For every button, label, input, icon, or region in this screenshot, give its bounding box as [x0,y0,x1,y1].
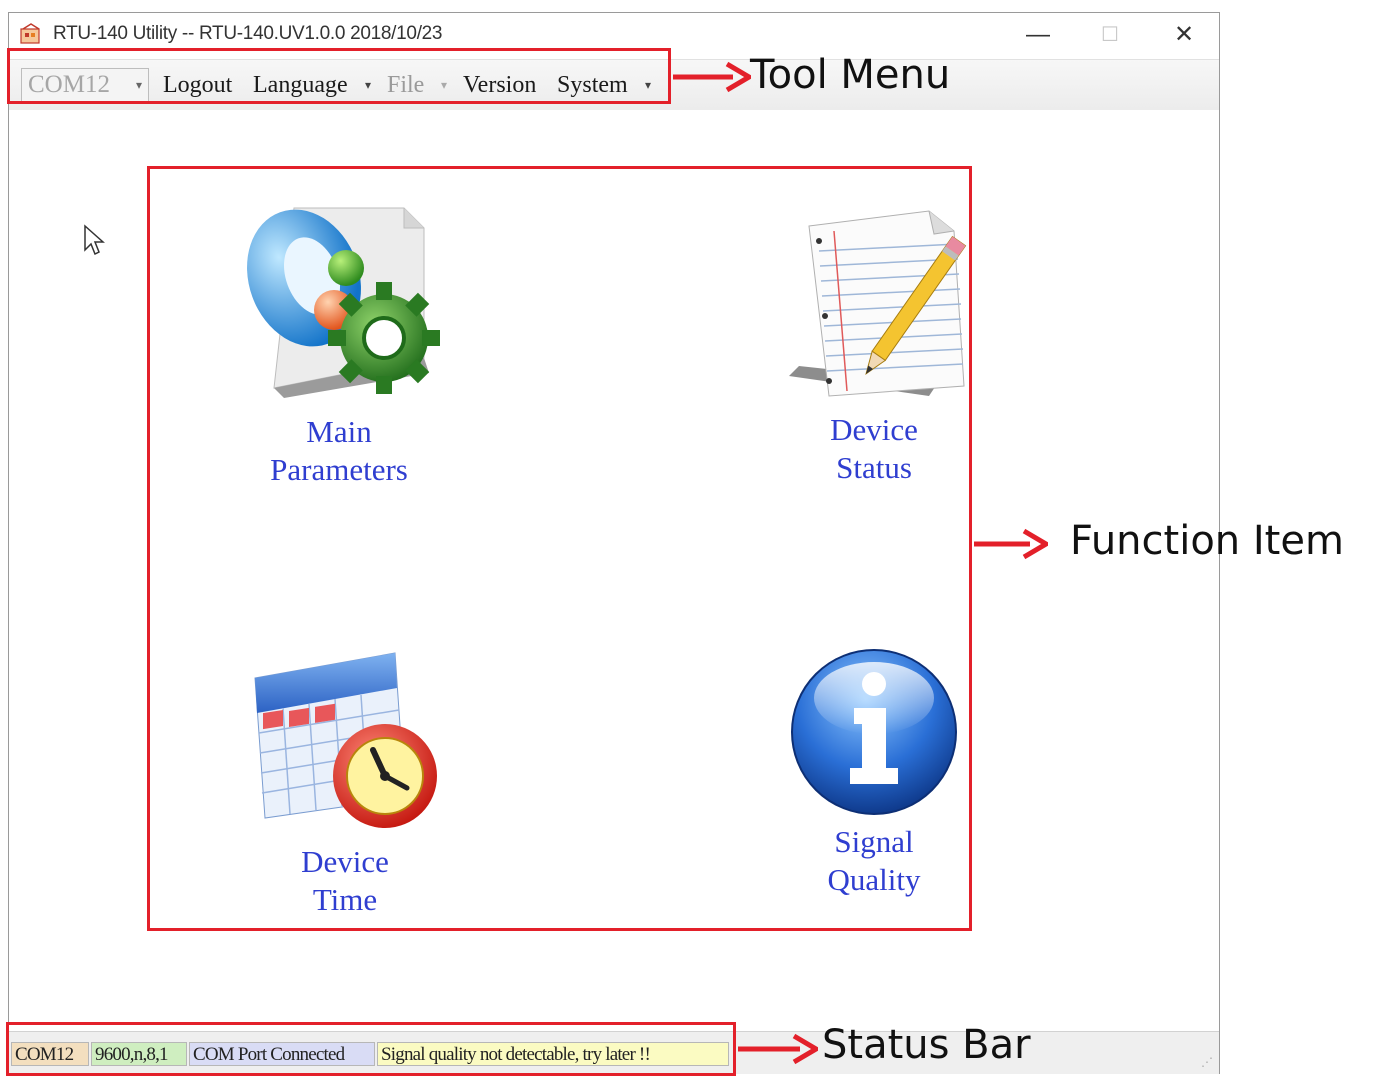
tool-menu-arrow-icon [673,61,751,93]
close-button[interactable]: ✕ [1157,19,1211,51]
tool-menu-annotation: Tool Menu [750,52,951,98]
window-title: RTU-140 Utility -- RTU-140.UV1.0.0 2018/… [53,23,443,44]
maximize-button[interactable]: ☐ [1083,19,1137,51]
tool-menu-highlight [7,48,671,104]
minimize-button[interactable]: — [1011,19,1065,51]
function-item-arrow-icon [974,528,1048,560]
status-bar-highlight [6,1022,736,1076]
app-icon [20,23,40,44]
status-bar-arrow-icon [738,1033,818,1065]
title-bar: RTU-140 Utility -- RTU-140.UV1.0.0 2018/… [9,13,1219,53]
resize-grip-icon[interactable]: ⋰ [1201,1055,1213,1070]
status-bar-annotation: Status Bar [822,1022,1031,1068]
function-item-highlight [147,166,972,931]
function-item-annotation: Function Item [1070,518,1344,564]
mouse-cursor-icon [84,224,105,256]
